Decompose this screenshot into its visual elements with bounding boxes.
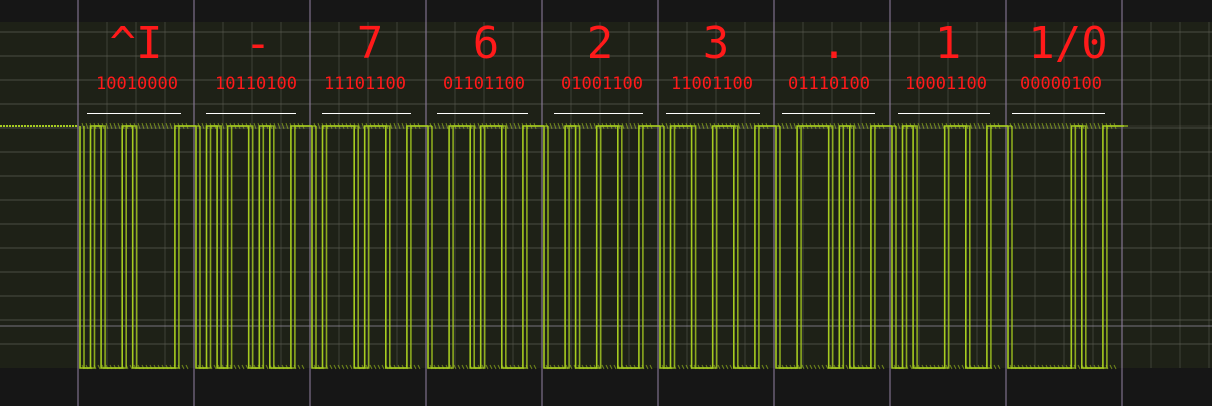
decoded-bits: 01110100 — [788, 74, 870, 94]
byte-underline — [554, 113, 643, 114]
decoded-bits: 01101100 — [443, 74, 525, 94]
decoded-bits: 01001100 — [561, 74, 643, 94]
decoded-bits: 10110100 — [215, 74, 297, 94]
byte-underline — [1012, 113, 1105, 114]
decoded-char: 1/0 — [1028, 18, 1108, 69]
decoded-bits: 10010000 — [96, 74, 178, 94]
decoded-bits: 11101100 — [324, 74, 406, 94]
byte-underline — [437, 113, 528, 114]
decoded-char: 3 — [702, 18, 730, 69]
decoded-char: 2 — [586, 18, 614, 69]
byte-underline — [87, 113, 181, 114]
decoded-char: 7 — [356, 18, 384, 69]
byte-underline — [206, 113, 296, 114]
decoded-char: 6 — [472, 18, 500, 69]
bottom-band — [0, 368, 1212, 406]
decoded-char: 1 — [934, 18, 962, 69]
decoded-bits: 00000100 — [1020, 74, 1102, 94]
decoded-char: ^I — [109, 18, 163, 69]
byte-underline — [782, 113, 875, 114]
decoded-bits: 11001100 — [671, 74, 753, 94]
decoded-char: - — [244, 18, 272, 69]
byte-underline — [322, 113, 411, 114]
byte-underline — [666, 113, 760, 114]
decoded-char: . — [820, 18, 848, 69]
byte-underline — [898, 113, 990, 114]
decoded-bits: 10001100 — [905, 74, 987, 94]
